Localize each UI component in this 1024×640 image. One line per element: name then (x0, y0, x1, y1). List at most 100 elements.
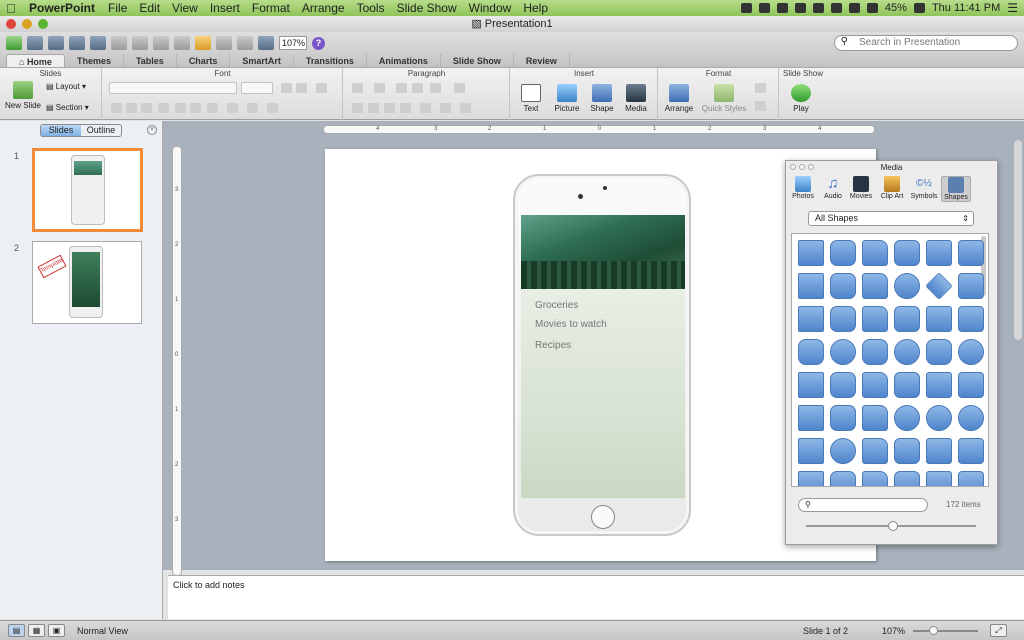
shape-item[interactable] (894, 372, 920, 398)
line-icon[interactable] (755, 101, 766, 111)
menu-tools[interactable]: Tools (351, 1, 391, 15)
shape-item[interactable] (926, 306, 952, 332)
shape-item[interactable] (862, 471, 888, 486)
shape-item[interactable] (926, 372, 952, 398)
italic-icon[interactable] (126, 103, 137, 113)
grow-font-icon[interactable] (281, 83, 292, 93)
menu-edit[interactable]: Edit (133, 1, 166, 15)
tab-themes[interactable]: Themes (65, 54, 124, 67)
status-icon[interactable] (794, 3, 806, 13)
shape-item[interactable] (798, 372, 824, 398)
shape-item[interactable] (862, 273, 888, 299)
shape-item[interactable] (926, 471, 952, 486)
show-slide-icon[interactable] (237, 36, 253, 50)
status-icon[interactable] (776, 3, 788, 13)
media-button[interactable]: Media (619, 84, 653, 113)
help-button[interactable]: ? (312, 36, 325, 50)
quick-styles-button[interactable]: Quick Styles (701, 84, 747, 113)
align-text-icon[interactable] (440, 103, 451, 113)
case-icon[interactable] (207, 103, 218, 113)
menu-slideshow[interactable]: Slide Show (391, 1, 463, 15)
minimize-icon[interactable] (22, 19, 32, 29)
bold-icon[interactable] (111, 103, 122, 113)
superscript-icon[interactable] (175, 103, 186, 113)
menu-format[interactable]: Format (246, 1, 296, 15)
shape-item[interactable] (958, 438, 984, 464)
tab-home[interactable]: ⌂ Home (6, 54, 65, 67)
shape-item[interactable] (894, 471, 920, 486)
tab-slideshow[interactable]: Slide Show (441, 54, 514, 67)
tab-photos[interactable]: Photos (788, 176, 818, 200)
tab-clipart[interactable]: Clip Art (877, 176, 907, 200)
menu-item-recipes[interactable]: Recipes (535, 340, 571, 351)
shape-item[interactable] (830, 372, 856, 398)
shape-item[interactable] (862, 240, 888, 266)
text-box-button[interactable]: Text (515, 84, 547, 113)
battery-icon[interactable] (913, 3, 925, 13)
new-slide-button[interactable]: New Slide (4, 81, 42, 110)
menu-arrange[interactable]: Arrange (296, 1, 351, 15)
shape-item[interactable] (862, 438, 888, 464)
indent-decrease-icon[interactable] (396, 83, 407, 93)
print-icon[interactable] (90, 36, 106, 50)
menu-window[interactable]: Window (463, 1, 518, 15)
shape-item[interactable] (894, 240, 920, 266)
subscript-icon[interactable] (190, 103, 201, 113)
zoom-field[interactable]: 107% (279, 36, 307, 50)
search-input[interactable]: Search in Presentation (834, 35, 1018, 51)
shape-item[interactable] (830, 240, 856, 266)
font-size-field[interactable] (241, 82, 273, 94)
slide-thumbnail-1[interactable] (32, 148, 143, 232)
shrink-font-icon[interactable] (296, 83, 307, 93)
bullets-icon[interactable] (352, 83, 363, 93)
spacing-icon[interactable] (227, 103, 238, 113)
justify-icon[interactable] (400, 103, 411, 113)
fit-window-button[interactable]: ⤢ (990, 624, 1007, 637)
save-icon[interactable] (69, 36, 85, 50)
tab-animations[interactable]: Animations (367, 54, 441, 67)
shape-item[interactable] (830, 306, 856, 332)
font-color-icon[interactable] (267, 103, 278, 113)
picture-button[interactable]: Picture (549, 84, 585, 113)
battery-percent[interactable]: 45% (885, 2, 907, 14)
shape-item[interactable] (830, 438, 856, 464)
close-icon[interactable] (6, 19, 16, 29)
shape-item[interactable] (798, 306, 824, 332)
editor-vertical-scrollbar[interactable] (1014, 140, 1022, 340)
new-icon[interactable] (6, 36, 22, 50)
shape-item[interactable] (926, 438, 952, 464)
zoom-percent[interactable]: 107% (882, 626, 905, 636)
shape-item[interactable] (958, 240, 984, 266)
shape-item[interactable] (862, 339, 888, 365)
tab-movies[interactable]: Movies (846, 176, 876, 200)
gallery-icon[interactable] (258, 36, 274, 50)
shape-item[interactable] (894, 306, 920, 332)
paste-icon[interactable] (153, 36, 169, 50)
align-left-icon[interactable] (352, 103, 363, 113)
status-icon[interactable] (758, 3, 770, 13)
normal-view-button[interactable]: ▤ (8, 624, 25, 637)
shape-item[interactable] (830, 273, 856, 299)
shape-item[interactable] (798, 273, 824, 299)
shape-item[interactable] (894, 405, 920, 431)
status-icon[interactable] (740, 3, 752, 13)
presenter-view-button[interactable]: ▣ (48, 624, 65, 637)
shape-button[interactable]: Shape (586, 84, 618, 113)
strikethrough-icon[interactable] (158, 103, 169, 113)
indent-increase-icon[interactable] (412, 83, 423, 93)
shape-item[interactable] (798, 471, 824, 486)
close-pane-icon[interactable]: × (147, 125, 157, 135)
menu-help[interactable]: Help (517, 1, 554, 15)
tab-review[interactable]: Review (514, 54, 570, 67)
zoom-knob[interactable] (929, 626, 938, 635)
shape-item[interactable] (958, 405, 984, 431)
shape-item[interactable] (798, 438, 824, 464)
slide-sorter-button[interactable]: ▦ (28, 624, 45, 637)
thumbnail-size-slider[interactable] (806, 521, 976, 531)
shape-category-select[interactable]: All Shapes ⇕ (808, 211, 974, 226)
shape-item[interactable] (830, 339, 856, 365)
templates-icon[interactable] (27, 36, 43, 50)
status-icon[interactable] (830, 3, 842, 13)
shape-item[interactable] (862, 372, 888, 398)
shape-item[interactable] (798, 240, 824, 266)
